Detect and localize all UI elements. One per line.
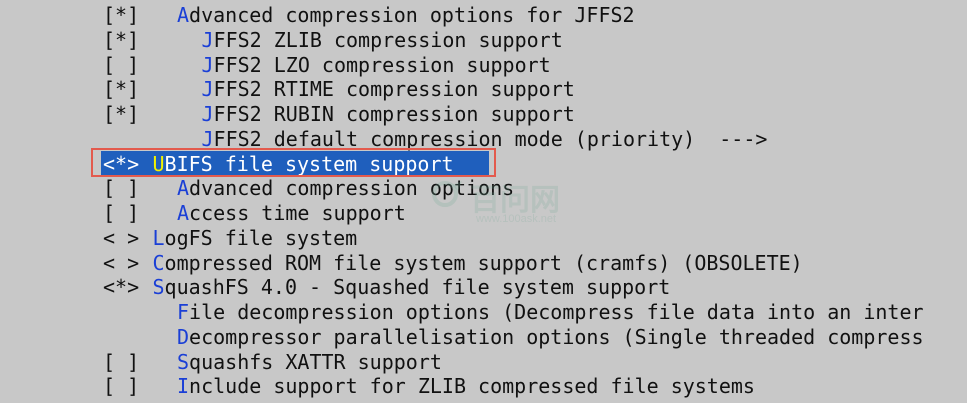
menu-item-text: FFS2 LZO compression support — [213, 52, 551, 77]
menu-item-label: JFFS2 LZO compression support — [202, 53, 551, 78]
menu-item-text: ompressed ROM file system support (cramf… — [164, 250, 803, 275]
menu-item-text: nclude support for ZLIB compressed file … — [189, 374, 755, 399]
menu-item-state[interactable]: [ ] — [103, 176, 139, 201]
menu-item[interactable]: File decompression options (Decompress f… — [0, 300, 967, 325]
menu-item-text: quashfs XATTR support — [189, 349, 442, 374]
menu-item-state[interactable]: [ ] — [103, 374, 139, 399]
menu-item-hotkey: J — [201, 27, 214, 52]
menu-item-hotkey: S — [152, 275, 165, 300]
menu-item-label: Decompressor parallelisation options (Si… — [177, 325, 924, 350]
menu-item-state[interactable]: [*] — [103, 77, 139, 102]
menu-item-text: ecompressor parallelisation options (Sin… — [189, 324, 924, 349]
menu-item-label: LogFS file system — [153, 226, 358, 251]
menu-item-text: FFS2 ZLIB compression support — [213, 27, 563, 52]
menu-item-state[interactable]: [ ] — [103, 53, 139, 78]
menu-item-state[interactable]: <*> — [103, 275, 139, 300]
annotation-frame — [91, 148, 496, 177]
menu-item[interactable]: [*] Advanced compression options for JFFS… — [0, 3, 967, 28]
menu-item-label: JFFS2 RTIME compression support — [202, 77, 575, 102]
menu-item-text: ile decompression options (Decompress fi… — [189, 300, 924, 324]
menu-item[interactable]: <*> SquashFS 4.0 - Squashed file system s… — [0, 275, 967, 300]
menu-item-state[interactable]: [*] — [103, 3, 139, 28]
menu-item-label: Compressed ROM file system support (cram… — [153, 251, 803, 276]
menu-item[interactable]: [*] JFFS2 RUBIN compression support — [0, 102, 967, 127]
menu-item-label: JFFS2 RUBIN compression support — [202, 102, 575, 127]
menu-item[interactable]: Decompressor parallelisation options (Si… — [0, 325, 967, 350]
menu-item[interactable]: [ ] JFFS2 LZO compression support — [0, 53, 967, 78]
menu-item-hotkey: D — [177, 324, 190, 349]
menu-item-hotkey: F — [177, 300, 190, 324]
menu-item-state[interactable]: [*] — [103, 28, 139, 53]
menu-item-text: FFS2 RTIME compression support — [213, 77, 575, 102]
watermark-logo-icon — [432, 181, 462, 207]
menu-item-label: Squashfs XATTR support — [177, 350, 442, 375]
menu-item-hotkey: I — [177, 374, 190, 399]
menu-item-text: ccess time support — [189, 201, 406, 225]
menu-item[interactable]: [ ] Include support for ZLIB compressed f… — [0, 374, 967, 399]
menu-item-state[interactable]: [ ] — [103, 201, 139, 226]
menu-item[interactable]: [*] JFFS2 RTIME compression support — [0, 77, 967, 102]
menu-item-hotkey: A — [177, 176, 190, 201]
menu-item-state[interactable]: < > — [103, 226, 139, 251]
menu-item-hotkey: C — [152, 250, 165, 275]
menu-item-label: Advanced compression options for JFFS2 — [177, 3, 635, 28]
menu-item-hotkey: L — [152, 225, 165, 250]
menu-item-text: quashFS 4.0 - Squashed file system suppo… — [164, 275, 671, 300]
menu-item-state[interactable]: [ ] — [103, 350, 139, 375]
menu-item-text: ogFS file system — [164, 225, 358, 250]
watermark-url: www.100ask.net — [476, 213, 557, 225]
menu-item-state[interactable]: [*] — [103, 102, 139, 127]
menu-item-label: SquashFS 4.0 - Squashed file system supp… — [153, 275, 671, 300]
menu-item-hotkey: S — [177, 349, 190, 374]
menu-item-hotkey: J — [201, 77, 214, 102]
menu-item-label: File decompression options (Decompress f… — [177, 300, 924, 325]
menu-item[interactable]: [ ] Squashfs XATTR support — [0, 350, 967, 375]
menu-item[interactable]: [*] JFFS2 ZLIB compression support — [0, 28, 967, 53]
menu-item-hotkey: J — [201, 102, 214, 126]
menu-item-label: JFFS2 ZLIB compression support — [202, 28, 563, 53]
menu-item-state[interactable]: < > — [103, 251, 139, 276]
menu-item-hotkey: J — [201, 52, 214, 77]
menu-item[interactable]: < > Compressed ROM file system support (c… — [0, 251, 967, 276]
menu-item-hotkey: A — [177, 201, 190, 225]
menu-item-text: FFS2 RUBIN compression support — [213, 102, 575, 126]
menu-item-hotkey: A — [177, 3, 190, 27]
menu-item-label: Access time support — [177, 201, 406, 226]
menu-item-label: Include support for ZLIB compressed file… — [177, 374, 755, 399]
watermark: 百问网 www.100ask.net — [430, 175, 610, 235]
menu-item-text: dvanced compression options for JFFS2 — [189, 3, 635, 27]
